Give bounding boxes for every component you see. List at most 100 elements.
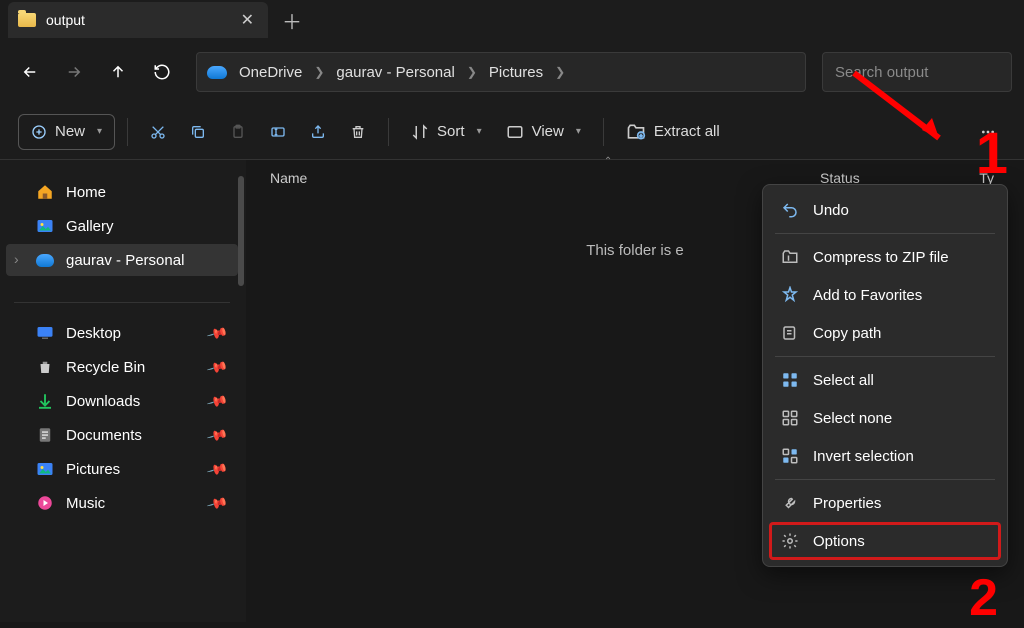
- menu-item-label: Select none: [813, 410, 892, 427]
- pin-icon: 📌: [205, 355, 229, 378]
- menu-item-favorites[interactable]: Add to Favorites: [769, 276, 1001, 314]
- scrollbar-thumb[interactable]: [238, 176, 244, 286]
- sort-indicator-icon: ⌃: [604, 156, 612, 167]
- sidebar-item-label: Downloads: [66, 393, 140, 410]
- menu-item-selectall[interactable]: Select all: [769, 361, 1001, 399]
- pin-icon: 📌: [205, 423, 229, 446]
- search-placeholder: Search output: [835, 64, 928, 81]
- menu-item-label: Copy path: [813, 325, 881, 342]
- chevron-down-icon: ▾: [97, 126, 102, 137]
- recycle-icon: [36, 358, 54, 376]
- chevron-down-icon: ▾: [576, 126, 581, 137]
- refresh-button[interactable]: [144, 54, 180, 90]
- new-label: New: [55, 123, 85, 140]
- sidebar-item-home[interactable]: Home: [6, 176, 238, 208]
- sidebar-item-desktop[interactable]: Desktop 📌: [6, 317, 238, 349]
- extract-label: Extract all: [654, 123, 720, 140]
- pin-icon: 📌: [205, 457, 229, 480]
- menu-item-copypath[interactable]: Copy path: [769, 314, 1001, 352]
- copy-button[interactable]: [180, 114, 216, 150]
- sidebar-item-label: Documents: [66, 427, 142, 444]
- close-icon[interactable]: ✕: [241, 10, 254, 30]
- separator: [127, 118, 128, 146]
- menu-item-properties[interactable]: Properties: [769, 484, 1001, 522]
- column-header-name[interactable]: Name: [270, 170, 820, 186]
- breadcrumb-item[interactable]: Pictures: [483, 60, 549, 85]
- breadcrumb-item[interactable]: OneDrive: [233, 60, 308, 85]
- separator: [14, 302, 230, 303]
- toolbar: New ▾ Sort ▾ View ▾ Extract all: [0, 104, 1024, 160]
- sidebar-item-label: Recycle Bin: [66, 359, 145, 376]
- paste-button[interactable]: [220, 114, 256, 150]
- share-button[interactable]: [300, 114, 336, 150]
- nav-bar: OneDrive ❯ gaurav - Personal ❯ Pictures …: [0, 40, 1024, 104]
- more-menu: Undo Compress to ZIP file Add to Favorit…: [762, 184, 1008, 567]
- pin-icon: 📌: [205, 389, 229, 412]
- sidebar: Home Gallery gaurav - Personal Desktop 📌…: [0, 160, 246, 622]
- sort-button[interactable]: Sort ▾: [401, 114, 492, 150]
- documents-icon: [36, 426, 54, 444]
- sidebar-item-onedrive-personal[interactable]: gaurav - Personal: [6, 244, 238, 276]
- breadcrumb[interactable]: OneDrive ❯ gaurav - Personal ❯ Pictures …: [196, 52, 806, 92]
- new-button[interactable]: New ▾: [18, 114, 115, 150]
- menu-item-label: Options: [813, 533, 865, 550]
- tab-active[interactable]: output ✕: [8, 2, 268, 38]
- sidebar-item-music[interactable]: Music 📌: [6, 487, 238, 519]
- desktop-icon: [36, 324, 54, 342]
- menu-item-selectnone[interactable]: Select none: [769, 399, 1001, 437]
- separator: [388, 118, 389, 146]
- folder-icon: [18, 13, 36, 27]
- sidebar-item-label: Desktop: [66, 325, 121, 342]
- onedrive-icon: [207, 66, 227, 79]
- sidebar-item-label: Music: [66, 495, 105, 512]
- breadcrumb-item[interactable]: gaurav - Personal: [330, 60, 460, 85]
- back-button[interactable]: [12, 54, 48, 90]
- cut-button[interactable]: [140, 114, 176, 150]
- chevron-right-icon: ❯: [467, 65, 477, 79]
- zip-icon: [781, 248, 799, 266]
- chevron-down-icon: ▾: [477, 126, 482, 137]
- up-button[interactable]: [100, 54, 136, 90]
- tab-title: output: [46, 12, 231, 28]
- sidebar-item-pictures[interactable]: Pictures 📌: [6, 453, 238, 485]
- copypath-icon: [781, 324, 799, 342]
- gallery-icon: [36, 217, 54, 235]
- music-icon: [36, 494, 54, 512]
- pin-icon: [781, 286, 799, 304]
- selectall-icon: [781, 371, 799, 389]
- sidebar-item-label: Home: [66, 184, 106, 201]
- separator: [603, 118, 604, 146]
- menu-item-label: Invert selection: [813, 448, 914, 465]
- menu-item-options[interactable]: Options: [769, 522, 1001, 560]
- view-button[interactable]: View ▾: [496, 114, 591, 150]
- menu-item-undo[interactable]: Undo: [769, 191, 1001, 229]
- pin-icon: 📌: [205, 321, 229, 344]
- sidebar-item-label: Pictures: [66, 461, 120, 478]
- more-button[interactable]: [970, 114, 1006, 150]
- sidebar-item-label: gaurav - Personal: [66, 252, 184, 269]
- menu-item-compress[interactable]: Compress to ZIP file: [769, 238, 1001, 276]
- sidebar-item-documents[interactable]: Documents 📌: [6, 419, 238, 451]
- sidebar-item-recyclebin[interactable]: Recycle Bin 📌: [6, 351, 238, 383]
- search-input[interactable]: Search output: [822, 52, 1012, 92]
- rename-button[interactable]: [260, 114, 296, 150]
- downloads-icon: [36, 392, 54, 410]
- invert-icon: [781, 447, 799, 465]
- sidebar-item-label: Gallery: [66, 218, 114, 235]
- forward-button[interactable]: [56, 54, 92, 90]
- sidebar-item-downloads[interactable]: Downloads 📌: [6, 385, 238, 417]
- view-label: View: [532, 123, 564, 140]
- menu-item-label: Select all: [813, 372, 874, 389]
- menu-item-invert[interactable]: Invert selection: [769, 437, 1001, 475]
- tab-bar: output ✕ ＋: [0, 0, 1024, 40]
- delete-button[interactable]: [340, 114, 376, 150]
- pictures-icon: [36, 460, 54, 478]
- sidebar-item-gallery[interactable]: Gallery: [6, 210, 238, 242]
- onedrive-icon: [36, 251, 54, 269]
- new-tab-button[interactable]: ＋: [282, 6, 302, 35]
- separator: [775, 479, 995, 480]
- menu-item-label: Properties: [813, 495, 881, 512]
- extract-all-button[interactable]: Extract all: [616, 114, 730, 150]
- undo-icon: [781, 201, 799, 219]
- separator: [775, 356, 995, 357]
